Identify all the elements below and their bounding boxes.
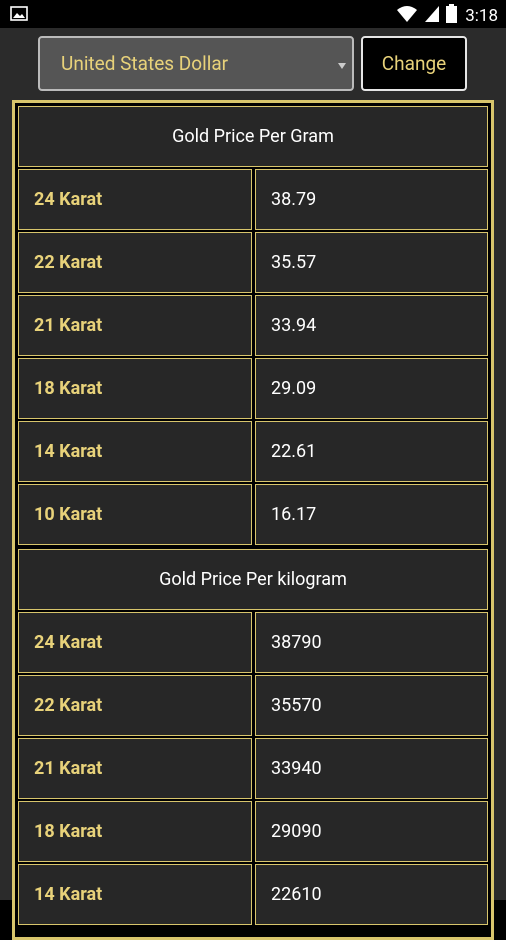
status-bar: 3:18 — [0, 0, 506, 28]
table-row: 21 Karat 33940 — [18, 738, 488, 799]
picture-notification-icon — [10, 6, 28, 21]
price-value: 38790 — [255, 612, 488, 673]
app-screen: United States Dollar Change Gold Price P… — [0, 28, 506, 940]
table-row: 14 Karat 22610 — [18, 864, 488, 925]
dropdown-arrow-icon — [338, 63, 346, 69]
change-button[interactable]: Change — [361, 36, 467, 91]
table-row: 18 Karat 29.09 — [18, 358, 488, 419]
table-row: 22 Karat 35.57 — [18, 232, 488, 293]
signal-icon — [424, 5, 440, 28]
price-value: 22.61 — [255, 421, 488, 482]
gold-price-table: Gold Price Per Gram 24 Karat 38.79 22 Ka… — [12, 100, 494, 940]
table-row: 10 Karat 16.17 — [18, 484, 488, 545]
karat-label: 24 Karat — [18, 169, 252, 230]
karat-label: 24 Karat — [18, 612, 252, 673]
price-value: 29090 — [255, 801, 488, 862]
price-value: 22610 — [255, 864, 488, 925]
wifi-icon — [396, 5, 418, 28]
karat-label: 18 Karat — [18, 801, 252, 862]
currency-selected-label: United States Dollar — [61, 52, 229, 75]
table-row: 21 Karat 33.94 — [18, 295, 488, 356]
battery-icon — [446, 4, 458, 28]
price-value: 35.57 — [255, 232, 488, 293]
table-row: 18 Karat 29090 — [18, 801, 488, 862]
table-row: 24 Karat 38790 — [18, 612, 488, 673]
karat-label: 14 Karat — [18, 864, 252, 925]
karat-label: 21 Karat — [18, 295, 252, 356]
karat-label: 18 Karat — [18, 358, 252, 419]
price-value: 33.94 — [255, 295, 488, 356]
karat-label: 22 Karat — [18, 232, 252, 293]
status-time: 3:18 — [465, 6, 498, 26]
section-header-gram: Gold Price Per Gram — [18, 106, 488, 167]
table-row: 24 Karat 38.79 — [18, 169, 488, 230]
price-value: 38.79 — [255, 169, 488, 230]
price-value: 33940 — [255, 738, 488, 799]
karat-label: 22 Karat — [18, 675, 252, 736]
karat-label: 14 Karat — [18, 421, 252, 482]
table-row: 14 Karat 22.61 — [18, 421, 488, 482]
table-row: 22 Karat 35570 — [18, 675, 488, 736]
price-value: 29.09 — [255, 358, 488, 419]
karat-label: 10 Karat — [18, 484, 252, 545]
karat-label: 21 Karat — [18, 738, 252, 799]
price-value: 35570 — [255, 675, 488, 736]
currency-spinner[interactable]: United States Dollar — [38, 36, 354, 91]
section-header-kilogram: Gold Price Per kilogram — [18, 549, 488, 610]
price-value: 16.17 — [255, 484, 488, 545]
